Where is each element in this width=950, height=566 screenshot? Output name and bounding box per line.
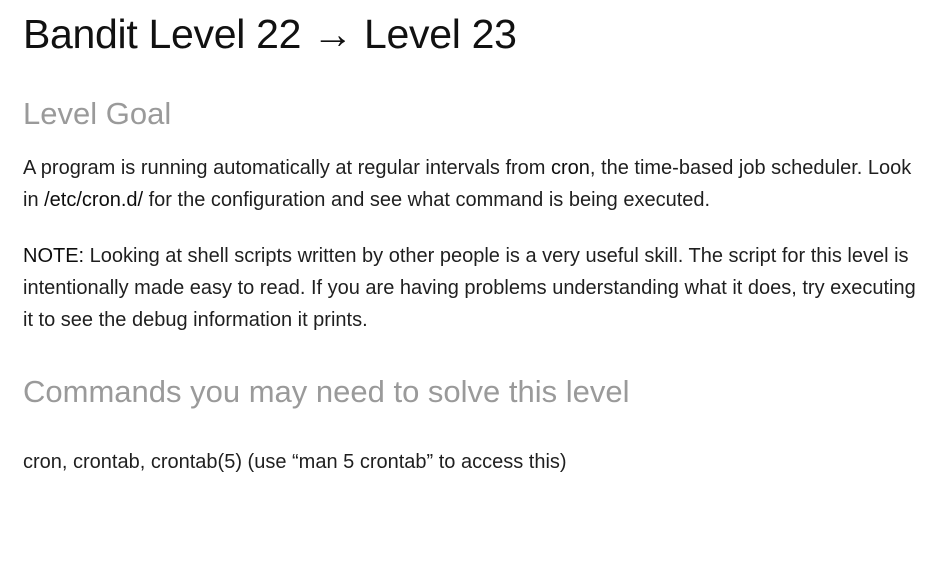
cron-dir-path: /etc/cron.d/ <box>44 189 144 211</box>
note-paragraph: NOTE: Looking at shell scripts written b… <box>23 240 926 336</box>
page: Bandit Level 22 → Level 23 Level Goal A … <box>0 0 950 566</box>
level-goal-paragraph: A program is running automatically at re… <box>23 152 926 216</box>
cron-term: cron <box>551 157 590 179</box>
level-goal-heading: Level Goal <box>23 96 172 131</box>
commands-heading: Commands you may need to solve this leve… <box>23 374 630 409</box>
note-text: Looking at shell scripts written by othe… <box>23 245 916 331</box>
page-title: Bandit Level 22 → Level 23 <box>23 11 517 57</box>
note-label: NOTE: <box>23 245 85 267</box>
goal-text-1: A program is running automatically at re… <box>23 157 552 179</box>
commands-list: cron, crontab, crontab(5) (use “man 5 cr… <box>23 451 567 473</box>
goal-text-3: for the configuration and see what comma… <box>143 189 711 211</box>
